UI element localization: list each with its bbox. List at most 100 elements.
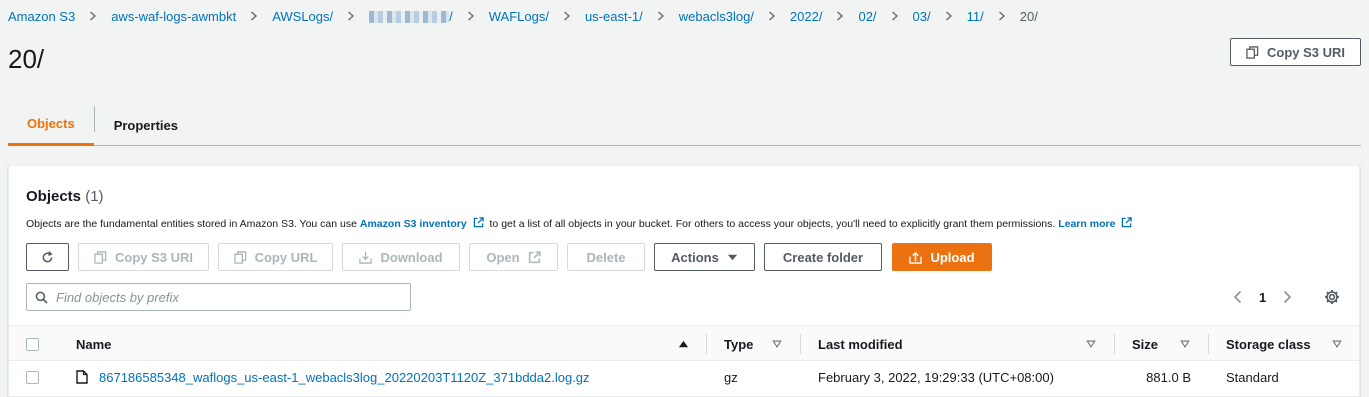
breadcrumb-awslogs[interactable]: AWSLogs/ xyxy=(272,9,333,24)
next-page-icon[interactable] xyxy=(1280,290,1294,304)
external-link-icon xyxy=(473,217,484,228)
tab-properties[interactable]: Properties xyxy=(95,104,197,146)
row-checkbox[interactable] xyxy=(26,361,39,393)
upload-icon xyxy=(909,251,923,264)
breadcrumb-current: 20/ xyxy=(1019,8,1038,24)
open-label: Open xyxy=(486,249,520,265)
column-header-name[interactable]: Name xyxy=(76,326,111,362)
table-row: 867186585348_waflogs_us-east-1_webacls3l… xyxy=(9,361,1359,393)
page-number[interactable]: 1 xyxy=(1259,290,1266,305)
object-storage-class-cell: Standard xyxy=(1226,369,1279,385)
desc-text-1: Objects are the fundamental entities sto… xyxy=(26,218,357,230)
column-divider xyxy=(1208,334,1209,354)
column-header-last-modified[interactable]: Last modified xyxy=(818,326,903,362)
copy-icon xyxy=(1246,45,1259,59)
chevron-right-icon xyxy=(998,11,1006,21)
object-last-modified-cell: February 3, 2022, 19:29:33 (UTC+08:00) xyxy=(818,369,1054,385)
copy-s3-uri-button[interactable]: Copy S3 URI xyxy=(1230,38,1361,66)
s3-inventory-link[interactable]: Amazon S3 inventory xyxy=(360,218,467,230)
copy-s3-uri-toolbar-label: Copy S3 URI xyxy=(114,249,193,265)
copy-icon xyxy=(94,250,107,264)
column-header-size[interactable]: Size xyxy=(1132,326,1158,362)
desc-text-2: to get a list of all objects in your buc… xyxy=(489,218,1056,230)
breadcrumb-waflogs[interactable]: WAFLogs/ xyxy=(489,9,549,24)
column-header-storage-class[interactable]: Storage class xyxy=(1226,326,1311,362)
refresh-icon xyxy=(42,250,53,262)
objects-heading: Objects (1) xyxy=(26,188,104,205)
copy-url-button[interactable]: Copy URL xyxy=(218,243,333,271)
previous-page-icon[interactable] xyxy=(1231,290,1245,304)
breadcrumb-amazon-s3[interactable]: Amazon S3 xyxy=(8,9,75,24)
download-icon xyxy=(359,251,373,264)
chevron-right-icon xyxy=(563,11,571,21)
chevron-right-icon xyxy=(250,11,258,21)
checkbox[interactable] xyxy=(26,370,39,384)
object-size-cell: 881.0 B xyxy=(1146,369,1191,385)
breadcrumb-day[interactable]: 03/ xyxy=(913,9,931,24)
file-icon xyxy=(76,370,88,384)
column-size-label: Size xyxy=(1132,336,1159,352)
breadcrumb: Amazon S3 aws-waf-logs-awmbkt AWSLogs/ /… xyxy=(8,7,1038,25)
download-button[interactable]: Download xyxy=(342,243,460,271)
chevron-right-icon xyxy=(467,11,475,21)
upload-button[interactable]: Upload xyxy=(892,243,992,271)
column-type-label: Type xyxy=(724,336,754,352)
copy-s3-uri-toolbar-button[interactable]: Copy S3 URI xyxy=(78,243,209,271)
select-all-checkbox[interactable] xyxy=(26,326,39,362)
gear-icon[interactable] xyxy=(1324,283,1342,311)
sort-icon[interactable] xyxy=(1332,326,1342,362)
external-link-icon xyxy=(1122,217,1133,228)
search-icon xyxy=(35,291,48,304)
breadcrumb-account-id[interactable]: / xyxy=(369,9,453,24)
column-divider xyxy=(1114,334,1115,354)
objects-panel: Objects (1) Objects are the fundamental … xyxy=(8,165,1360,397)
object-name-cell: 867186585348_waflogs_us-east-1_webacls3l… xyxy=(76,361,590,393)
checkbox[interactable] xyxy=(26,337,39,351)
tab-bar: Objects Properties xyxy=(8,104,1361,146)
column-divider xyxy=(800,334,801,354)
redacted-account-id xyxy=(369,11,450,24)
external-link-icon xyxy=(528,250,541,263)
column-name-label: Name xyxy=(76,336,112,352)
objects-description: Objects are the fundamental entities sto… xyxy=(26,217,1135,230)
chevron-right-icon xyxy=(768,11,776,21)
open-button[interactable]: Open xyxy=(469,243,558,271)
breadcrumb-bucket[interactable]: aws-waf-logs-awmbkt xyxy=(111,9,236,24)
delete-label: Delete xyxy=(586,249,626,265)
chevron-right-icon xyxy=(89,11,97,21)
table-header: Name Type Last modified Size Storage cla… xyxy=(9,325,1359,361)
object-type-cell: gz xyxy=(724,369,738,385)
sort-ascending-icon[interactable] xyxy=(678,326,689,362)
create-folder-button[interactable]: Create folder xyxy=(764,243,882,271)
chevron-right-icon xyxy=(945,11,953,21)
copy-icon xyxy=(233,250,246,264)
objects-count: (1) xyxy=(85,188,104,205)
actions-dropdown[interactable]: Actions xyxy=(654,243,755,271)
tab-objects[interactable]: Objects xyxy=(8,104,94,146)
delete-button[interactable]: Delete xyxy=(567,243,645,271)
breadcrumb-month[interactable]: 02/ xyxy=(858,9,876,24)
column-storage-class-label: Storage class xyxy=(1226,336,1311,352)
sort-icon[interactable] xyxy=(772,326,782,362)
pagination: 1 xyxy=(1231,283,1294,311)
breadcrumb-webacl[interactable]: webacls3log/ xyxy=(679,9,754,24)
column-divider xyxy=(706,334,707,354)
copy-s3-uri-label: Copy S3 URI xyxy=(1266,44,1345,60)
chevron-right-icon xyxy=(657,11,665,21)
search-input[interactable] xyxy=(56,289,396,305)
chevron-right-icon xyxy=(836,11,844,21)
sort-icon[interactable] xyxy=(1180,326,1190,362)
refresh-button[interactable] xyxy=(26,243,69,271)
breadcrumb-region[interactable]: us-east-1/ xyxy=(585,9,643,24)
learn-more-link[interactable]: Learn more xyxy=(1058,218,1115,230)
column-header-type[interactable]: Type xyxy=(724,326,753,362)
download-label: Download xyxy=(380,249,443,265)
actions-label: Actions xyxy=(671,249,719,265)
search-box xyxy=(26,283,411,311)
page-title: 20/ xyxy=(8,44,45,74)
object-name-link[interactable]: 867186585348_waflogs_us-east-1_webacls3l… xyxy=(99,370,590,385)
breadcrumb-hour[interactable]: 11/ xyxy=(967,9,984,24)
sort-icon[interactable] xyxy=(1086,326,1096,362)
column-last-modified-label: Last modified xyxy=(818,336,903,352)
breadcrumb-year[interactable]: 2022/ xyxy=(790,9,823,24)
